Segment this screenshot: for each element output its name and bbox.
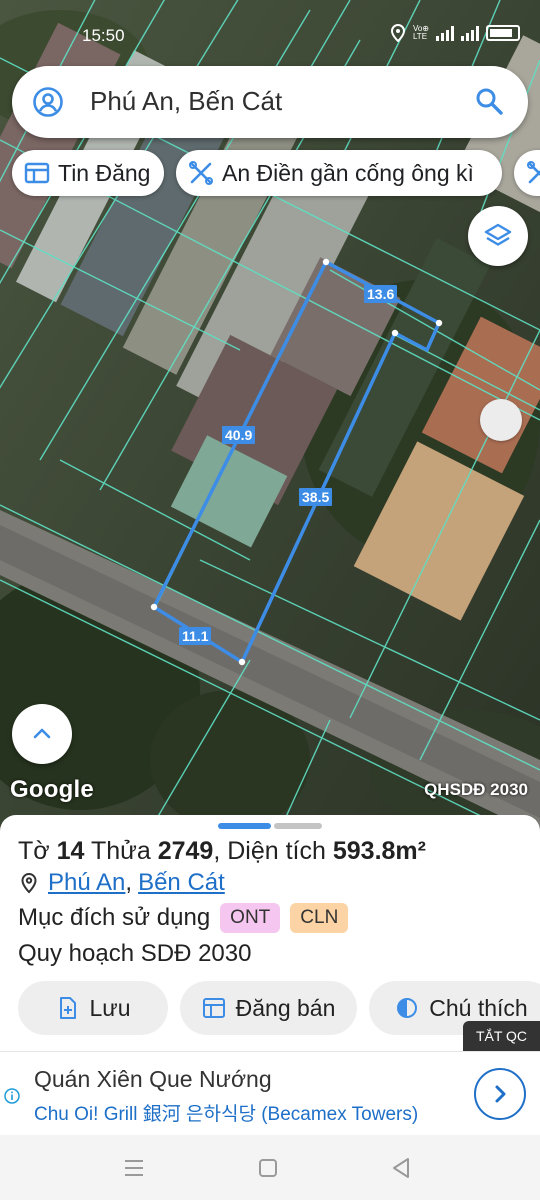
chevron-up-icon: [33, 728, 51, 739]
ad-open-button[interactable]: [474, 1068, 526, 1120]
save-button[interactable]: Lưu: [18, 981, 168, 1035]
ad-subtitle: Chu Oi! Grill 銀河 은하식당 (Becamex Towers): [34, 1104, 419, 1125]
tag-ont[interactable]: ONT: [220, 903, 281, 933]
dimension-label-right: 38.5: [299, 488, 333, 506]
volte-icon: Vo⊕ LTE: [412, 24, 429, 41]
contrast-icon: [397, 998, 418, 1018]
tools-icon: [527, 161, 540, 184]
ad-banner[interactable]: Quán Xiên Que Nướng Chu Oi! Grill 銀河 은하식…: [0, 1051, 540, 1135]
account-icon[interactable]: [32, 86, 64, 118]
label-thua: Thửa: [90, 837, 151, 865]
status-time: 15:50: [82, 26, 125, 45]
layers-icon: [484, 223, 512, 246]
district-link[interactable]: Bến Cát: [138, 869, 225, 897]
system-nav-bar: [0, 1135, 540, 1200]
add-file-icon: [59, 997, 76, 1019]
parcel-number: 2749: [157, 837, 214, 865]
close-ad-button[interactable]: TẮT QC: [463, 1021, 540, 1051]
label-to: Tờ: [18, 837, 50, 865]
parcel-location: Phú An, Bến Cát: [18, 869, 225, 897]
filter-chips: Tin Đăng An Điền gần cống ông kì: [12, 150, 540, 196]
listing-icon: [24, 162, 50, 184]
search-icon[interactable]: [474, 86, 504, 116]
purpose-label: Mục đích sử dụng: [18, 904, 211, 931]
home-icon[interactable]: [255, 1155, 281, 1181]
label-area: , Diện tích: [213, 837, 326, 865]
chip-label: Tin Đăng: [58, 159, 151, 186]
ad-title: Quán Xiên Que Nướng: [34, 1066, 272, 1092]
back-icon[interactable]: [388, 1155, 414, 1181]
post-for-sale-button[interactable]: Đăng bán: [180, 981, 357, 1035]
sheet-handle-active[interactable]: [218, 823, 271, 829]
planning-label: Quy hoạch SDĐ 2030: [18, 940, 252, 967]
area-value: 593.8m²: [332, 837, 426, 865]
info-icon[interactable]: [4, 1088, 20, 1104]
chip-tin-dang[interactable]: Tin Đăng: [12, 150, 164, 196]
legend-button-label: Chú thích: [429, 994, 528, 1021]
map-view[interactable]: 13.6 40.9 38.5 11.1 15:50 Vo⊕ LTE Phú An,…: [0, 0, 540, 830]
location-pin-icon: [21, 872, 37, 894]
dimension-label-left: 40.9: [222, 426, 256, 444]
chip-label: An Điền gần cống ông kì: [222, 159, 474, 186]
dimension-label-bottom: 11.1: [179, 627, 212, 645]
land-use-purpose: Mục đích sử dụng ONT CLN: [18, 903, 349, 933]
location-icon: [390, 24, 405, 42]
action-buttons: Lưu Đăng bán Chú thích: [0, 981, 540, 1035]
map-layer-label: QHSDĐ 2030: [424, 780, 528, 799]
listing-icon: [202, 998, 225, 1018]
google-logo: Google: [10, 776, 94, 803]
search-bar[interactable]: Phú An, Bến Cát: [12, 66, 528, 138]
status-bar: 15:50 Vo⊕ LTE: [0, 0, 540, 64]
post-for-sale-label: Đăng bán: [235, 994, 336, 1021]
sheet-number: 14: [56, 837, 85, 865]
save-button-label: Lưu: [89, 994, 131, 1021]
battery-icon: [486, 25, 520, 41]
layers-button[interactable]: [468, 206, 528, 266]
tools-icon: [189, 161, 213, 185]
location-separator: ,: [125, 869, 133, 896]
search-query[interactable]: Phú An, Bến Cát: [90, 86, 282, 117]
ward-link[interactable]: Phú An: [48, 869, 125, 897]
sheet-handle-inactive[interactable]: [274, 823, 322, 829]
dimension-label-top: 13.6: [364, 285, 398, 303]
expand-up-button[interactable]: [12, 704, 72, 764]
parcel-title: Tờ 14 Thửa 2749, Diện tích 593.8m²: [18, 837, 426, 866]
signal-icon: [436, 25, 454, 41]
chip-more[interactable]: [514, 150, 540, 196]
tag-cln[interactable]: CLN: [290, 903, 349, 933]
menu-icon[interactable]: [121, 1155, 147, 1181]
floating-handle[interactable]: [480, 399, 522, 441]
signal-icon-2: [461, 25, 479, 41]
chevron-right-icon: [495, 1085, 506, 1103]
chip-saved-search[interactable]: An Điền gần cống ông kì: [176, 150, 502, 196]
